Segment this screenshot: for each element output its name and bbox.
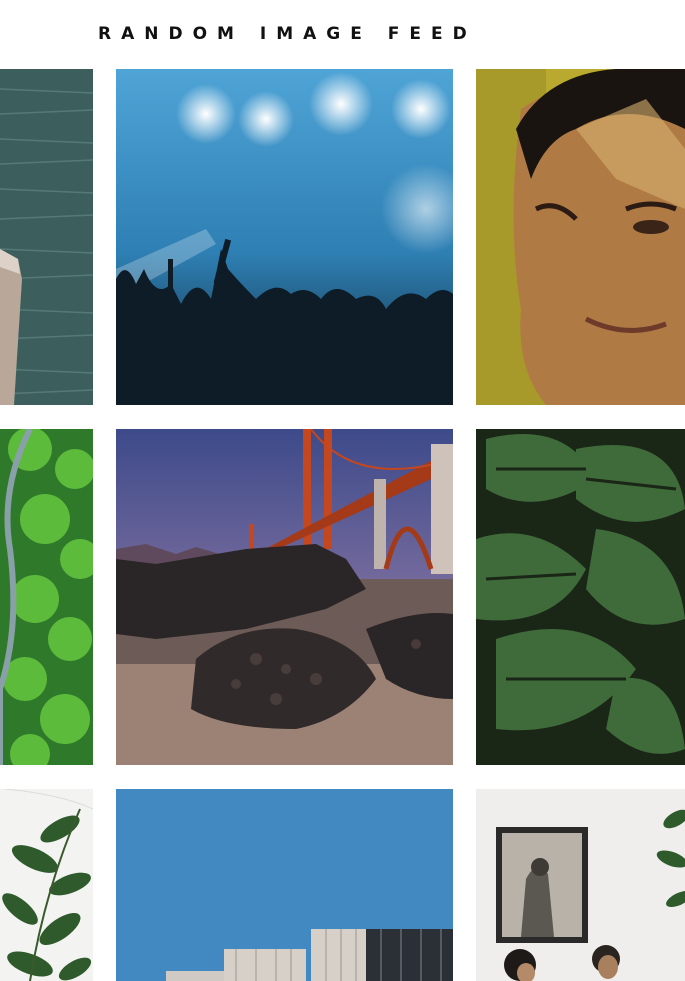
feed-image-concert[interactable] [116,69,453,405]
feed-image-plant-left[interactable] [0,789,93,981]
feed-image-golden-gate[interactable] [116,429,453,765]
page-title: RANDOM IMAGE FEED [98,24,477,44]
feed-image-forest[interactable] [0,429,93,765]
feed-image-portrait[interactable] [476,69,685,405]
feed-image-couple[interactable] [476,789,685,981]
feed-image-monstera[interactable] [476,429,685,765]
feed-image-building[interactable] [116,789,453,981]
feed-image-ocean[interactable] [0,69,93,405]
